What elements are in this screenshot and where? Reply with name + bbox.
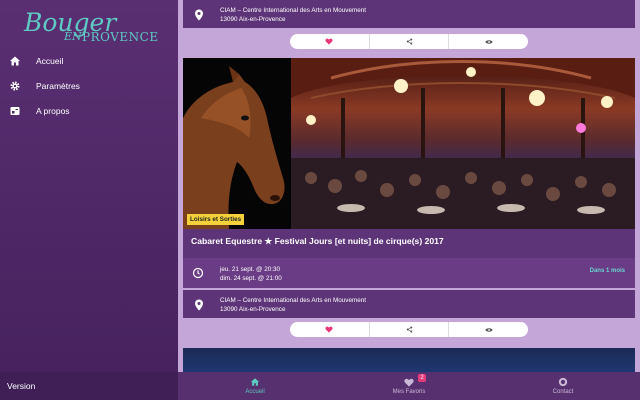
location-city: 13090 Aix-en-Provence: [220, 16, 286, 23]
share-button[interactable]: [370, 322, 450, 337]
event-feed[interactable]: CIAM – Centre International des Arts en …: [178, 0, 640, 372]
card-actions: [290, 322, 528, 337]
tab-label: Mes Favoris: [392, 388, 426, 395]
location-text: CIAM – Centre International des Arts en …: [220, 296, 366, 314]
horse-image: [183, 58, 291, 229]
sidebar-item-a-propos[interactable]: A propos: [0, 99, 178, 123]
eye-icon: [485, 39, 493, 44]
logo-word-provence: PROVENCE: [82, 30, 159, 44]
sidebar-item-parametres[interactable]: Paramètres: [0, 74, 178, 98]
sidebar-item-label: Accueil: [36, 56, 64, 66]
sidebar: Bouger EN PROVENCE Accueil Paramètres A …: [0, 0, 178, 400]
eye-icon: [485, 327, 493, 332]
card-location[interactable]: CIAM – Centre International des Arts en …: [183, 290, 635, 318]
location-text: CIAM – Centre International des Arts en …: [220, 6, 366, 24]
location-pin-icon: [194, 8, 204, 26]
date-start: jeu. 21 sept. @ 20:30: [220, 266, 280, 273]
sidebar-item-label: Paramètres: [36, 81, 80, 91]
favorite-button[interactable]: [290, 34, 370, 49]
circus-tent-image: [291, 58, 635, 229]
location-pin-icon: [194, 298, 204, 316]
event-card[interactable]: Loisirs et Sorties Cabaret Equestre ★ Fe…: [183, 58, 635, 288]
contact-icon: [558, 377, 568, 387]
favorite-button[interactable]: [290, 322, 370, 337]
favorites-count-badge: 2: [418, 374, 426, 382]
version-label: Version: [0, 372, 178, 400]
relative-time: Dans 1 mois: [589, 268, 625, 274]
view-button[interactable]: [449, 34, 528, 49]
tab-mes-favoris[interactable]: 2 Mes Favoris: [332, 372, 486, 400]
heart-icon: [404, 378, 414, 387]
location-venue: CIAM – Centre International des Arts en …: [220, 7, 366, 14]
date-text: jeu. 21 sept. @ 20:30 dim. 24 sept. @ 21…: [220, 265, 282, 283]
sidebar-item-label: A propos: [36, 106, 70, 116]
category-tag: Loisirs et Sorties: [187, 214, 245, 225]
event-title: Cabaret Equestre ★ Festival Jours [et nu…: [191, 236, 444, 246]
location-city: 13090 Aix-en-Provence: [220, 306, 286, 313]
share-icon: [406, 38, 412, 45]
sidebar-item-accueil[interactable]: Accueil: [0, 49, 178, 73]
share-icon: [406, 326, 412, 333]
view-button[interactable]: [449, 322, 528, 337]
bottom-tab-bar: Accueil 2 Mes Favoris Contact: [178, 372, 640, 400]
app-logo: Bouger EN PROVENCE: [24, 8, 164, 44]
logo-word-en: EN: [64, 30, 82, 43]
home-icon: [8, 54, 22, 68]
event-dates: jeu. 21 sept. @ 20:30 dim. 24 sept. @ 21…: [183, 258, 635, 288]
tab-contact[interactable]: Contact: [486, 372, 640, 400]
tab-label: Accueil: [245, 389, 265, 395]
share-button[interactable]: [370, 34, 450, 49]
location-venue: CIAM – Centre International des Arts en …: [220, 297, 366, 304]
home-icon: [250, 378, 260, 386]
prev-card-actions: [290, 34, 528, 49]
prev-card-location[interactable]: CIAM – Centre International des Arts en …: [183, 0, 635, 28]
heart-icon: [325, 326, 333, 333]
heart-icon: [325, 38, 333, 45]
info-card-icon: [8, 104, 22, 118]
tab-label: Contact: [552, 389, 574, 395]
clock-icon: [192, 266, 204, 284]
next-event-card[interactable]: [183, 348, 635, 372]
gear-icon: [8, 79, 22, 93]
tab-accueil[interactable]: Accueil: [178, 372, 332, 400]
event-image: Loisirs et Sorties: [183, 58, 635, 229]
date-end: dim. 24 sept. @ 21:00: [220, 275, 282, 282]
